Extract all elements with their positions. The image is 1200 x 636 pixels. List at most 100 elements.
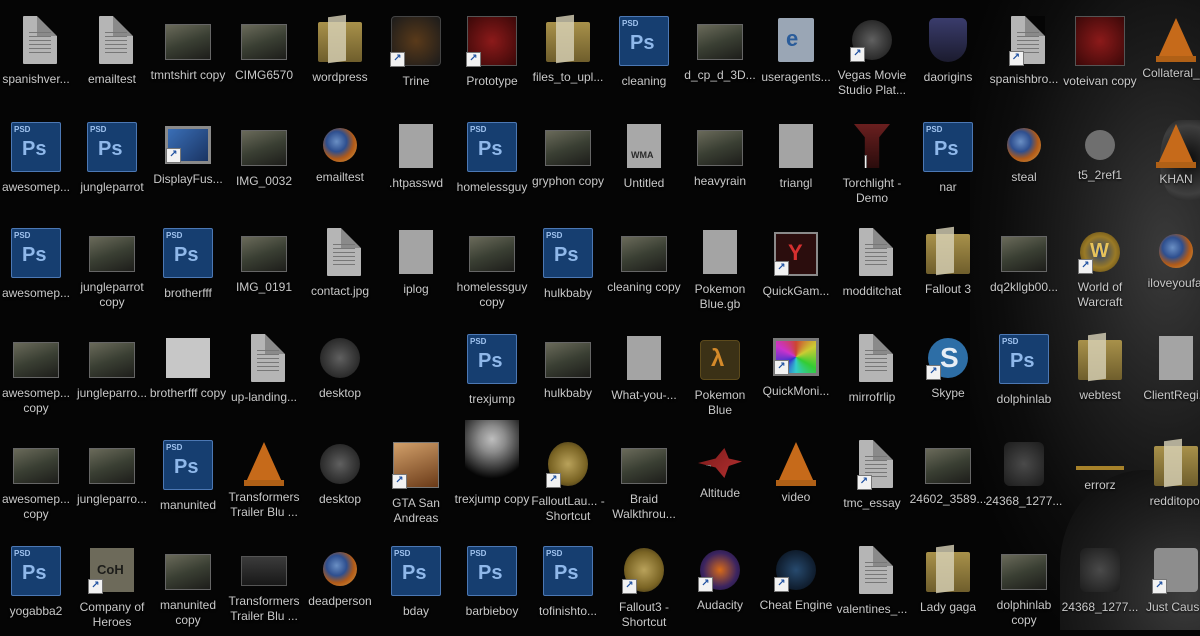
desktop-icon[interactable]: daorigins	[910, 2, 986, 106]
desktop-icon[interactable]: cleaning copy	[606, 214, 682, 318]
desktop-icon[interactable]: ↗ Just Cause	[1138, 532, 1200, 636]
desktop-icon[interactable]: ↗ GTA San Andreas	[378, 426, 454, 530]
desktop-icon[interactable]: ↗ Vegas Movie Studio Plat...	[834, 2, 910, 106]
desktop-icon[interactable]: ↗ Trine	[378, 2, 454, 106]
desktop-icon[interactable]: Transformers Trailer Blu ...	[226, 532, 302, 636]
desktop-icon[interactable]: Untitled	[606, 108, 682, 212]
desktop-icon-label: awesomep...	[1, 180, 71, 194]
shortcut-arrow-icon: ↗	[850, 47, 865, 62]
desktop-icon[interactable]: iloveyoufai	[1138, 214, 1200, 318]
desktop-icon[interactable]: desktop	[302, 320, 378, 424]
desktop-icon[interactable]: ClientRegi...	[1138, 320, 1200, 424]
desktop-icon[interactable]: ↗ Altitude	[682, 426, 758, 530]
desktop-icon[interactable]: PSD Ps trexjump	[454, 320, 530, 424]
desktop-icon[interactable]: contact.jpg	[302, 214, 378, 318]
desktop-icon[interactable]: spanishver...	[0, 2, 74, 106]
desktop-icon[interactable]: redditopol	[1138, 426, 1200, 530]
desktop-icon[interactable]: Lady gaga	[910, 532, 986, 636]
desktop-icon[interactable]: PSD Ps barbieboy	[454, 532, 530, 636]
desktop-icon[interactable]: files_to_upl...	[530, 2, 606, 106]
desktop-icon[interactable]: steal	[986, 108, 1062, 212]
desktop-icon[interactable]: What-you-...	[606, 320, 682, 424]
desktop-icon[interactable]: errorz	[1062, 426, 1138, 530]
desktop-icon[interactable]: Transformers Trailer Blu ...	[226, 426, 302, 530]
desktop-icon[interactable]: webtest	[1062, 320, 1138, 424]
desktop-icon[interactable]: ↗ QuickGam...	[758, 214, 834, 318]
desktop-icon[interactable]: d_cp_d_3D...	[682, 2, 758, 106]
desktop-icon[interactable]: tmntshirt copy	[150, 2, 226, 106]
desktop-icon[interactable]: PSD Ps tofinishto...	[530, 532, 606, 636]
desktop-icon[interactable]: CIMG6570	[226, 2, 302, 106]
desktop-icon[interactable]: ↗ Skype	[910, 320, 986, 424]
desktop-icon[interactable]: PSD Ps homelessguy	[454, 108, 530, 212]
desktop-icon[interactable]: PSD Ps awesomep...	[0, 108, 74, 212]
desktop-icon[interactable]: trexjump copy	[454, 420, 530, 530]
desktop-icon[interactable]: Collateral_...	[1138, 2, 1200, 106]
desktop-icon[interactable]: ↗ Audacity	[682, 532, 758, 636]
desktop-icon[interactable]: jungleparrot copy	[74, 214, 150, 318]
desktop-icon[interactable]: dolphinlab copy	[986, 532, 1062, 636]
desktop-icon[interactable]: PSD Ps yogabba2	[0, 532, 74, 636]
desktop-icon[interactable]: jungleparro...	[74, 426, 150, 530]
desktop-icon[interactable]: Braid Walkthrou...	[606, 426, 682, 530]
desktop-icon[interactable]: .htpasswd	[378, 108, 454, 212]
desktop-icon[interactable]: ↗ spanishbro...	[986, 2, 1062, 106]
desktop-icon[interactable]: jungleparro...	[74, 320, 150, 424]
desktop-icon[interactable]: wordpress	[302, 2, 378, 106]
desktop-icon[interactable]: homelessguy copy	[454, 214, 530, 318]
desktop-icon[interactable]: ↗ QuickMoni...	[758, 320, 834, 424]
desktop-icon[interactable]: Pokemon Blue.gb	[682, 214, 758, 318]
desktop-icon[interactable]: hulkbaby	[530, 320, 606, 424]
desktop-icon[interactable]: Pokemon Blue	[682, 320, 758, 424]
desktop-icon[interactable]: 24368_1277...	[1062, 532, 1138, 636]
desktop-icon[interactable]: awesomep... copy	[0, 320, 74, 424]
desktop-icon[interactable]: voteivan copy	[1062, 2, 1138, 106]
desktop-icon[interactable]: useragents...	[758, 2, 834, 106]
desktop-icon[interactable]: iplog	[378, 214, 454, 318]
desktop-icon[interactable]: IMG_0191	[226, 214, 302, 318]
desktop-icon[interactable]: ↗ Company of Heroes	[74, 532, 150, 636]
desktop-icon[interactable]: video	[758, 426, 834, 530]
desktop-icon[interactable]: manunited copy	[150, 532, 226, 636]
desktop-icon[interactable]: deadperson	[302, 532, 378, 636]
desktop-icon[interactable]: modditchat	[834, 214, 910, 318]
desktop-icon[interactable]: valentines_...	[834, 532, 910, 636]
desktop-icon[interactable]: 24368_1277...	[986, 426, 1062, 530]
desktop-icon[interactable]: ↗ Cheat Engine	[758, 532, 834, 636]
desktop-icon[interactable]: IMG_0032	[226, 108, 302, 212]
desktop-icon[interactable]: PSD Ps bday	[378, 532, 454, 636]
desktop-icon[interactable]: PSD Ps awesomep...	[0, 214, 74, 318]
desktop-icon[interactable]: PSD Ps dolphinlab	[986, 320, 1062, 424]
desktop-icon[interactable]: dq2kllgb00...	[986, 214, 1062, 318]
photo-icon	[89, 236, 135, 272]
desktop-icon[interactable]: PSD Ps hulkbaby	[530, 214, 606, 318]
desktop-icon[interactable]: PSD Ps jungleparrot	[74, 108, 150, 212]
desktop-icon[interactable]: up-landing...	[226, 320, 302, 424]
desktop-icon-label: manunited	[159, 498, 217, 512]
desktop-icon[interactable]: ↗ tmc_essay	[834, 426, 910, 530]
desktop-icon[interactable]: KHAN	[1138, 108, 1200, 212]
desktop-icon[interactable]: emailtest	[74, 2, 150, 106]
desktop-icon-label: errorz	[1084, 478, 1116, 492]
desktop-icon[interactable]: PSD Ps nar	[910, 108, 986, 212]
desktop-icon[interactable]: ↗ DisplayFus...	[150, 108, 226, 212]
desktop-icon[interactable]: Fallout 3	[910, 214, 986, 318]
desktop-icon[interactable]: desktop	[302, 426, 378, 530]
desktop-icon[interactable]: mirrofrlip	[834, 320, 910, 424]
desktop-icon[interactable]: ↗ Fallout3 - Shortcut	[606, 532, 682, 636]
desktop-icon[interactable]: ↗ World of Warcraft	[1062, 214, 1138, 318]
desktop-icon[interactable]: ↗ Torchlight - Demo	[834, 108, 910, 212]
desktop-icon[interactable]: PSD Ps brotherfff	[150, 214, 226, 318]
desktop-icon[interactable]: awesomep... copy	[0, 426, 74, 530]
desktop-icon[interactable]: emailtest	[302, 108, 378, 212]
desktop-icon[interactable]: t5_2ref1	[1062, 108, 1138, 212]
desktop-icon[interactable]: ↗ Prototype	[454, 2, 530, 106]
desktop-icon[interactable]: heavyrain	[682, 108, 758, 212]
desktop-icon[interactable]: PSD Ps cleaning	[606, 2, 682, 106]
desktop-icon[interactable]: brotherfff copy	[150, 320, 226, 424]
desktop-icon[interactable]: ↗ FalloutLau... - Shortcut	[530, 426, 606, 530]
desktop-icon[interactable]: PSD Ps manunited	[150, 426, 226, 530]
desktop-icon[interactable]: gryphon copy	[530, 108, 606, 212]
desktop-icon[interactable]: triangl	[758, 108, 834, 212]
desktop-icon[interactable]: 24602_3589...	[910, 426, 986, 530]
